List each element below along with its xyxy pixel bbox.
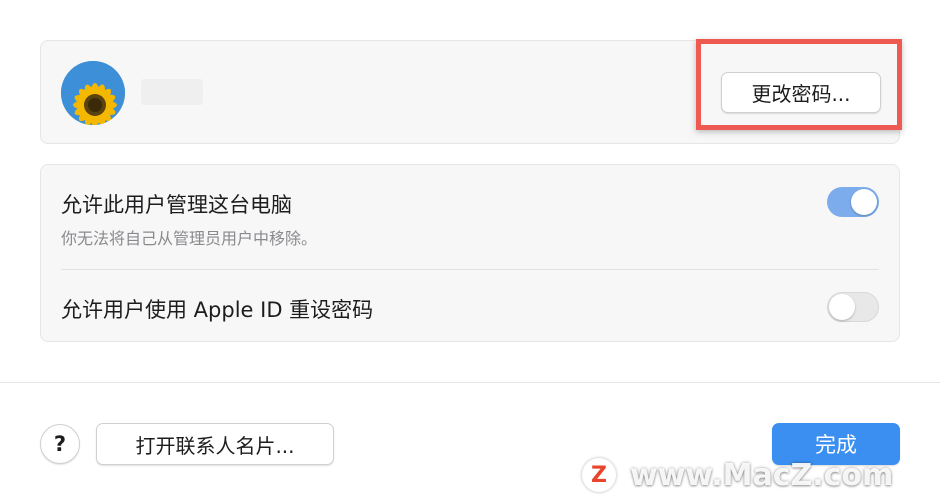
footer-divider: [0, 382, 940, 383]
appleid-reset-title: 允许用户使用 Apple ID 重设密码: [61, 298, 374, 322]
sunflower-avatar-icon[interactable]: [61, 61, 125, 125]
macz-logo-icon: Z: [582, 458, 616, 492]
admin-setting-subtitle: 你无法将自己从管理员用户中移除。: [61, 229, 318, 248]
permissions-card: 允许此用户管理这台电脑 你无法将自己从管理员用户中移除。 允许用户使用 Appl…: [40, 164, 900, 342]
admin-setting-title: 允许此用户管理这台电脑: [61, 193, 292, 217]
change-password-button[interactable]: 更改密码...: [721, 72, 881, 113]
user-card: 更改密码...: [40, 39, 902, 144]
user-settings-sheet: 更改密码... 允许此用户管理这台电脑 你无法将自己从管理员用户中移除。 允许用…: [0, 0, 940, 504]
appleid-reset-toggle[interactable]: [827, 292, 879, 322]
username-redacted: [141, 79, 203, 105]
watermark: Z www.MacZ.com: [582, 454, 893, 496]
toggle-knob: [829, 294, 855, 320]
divider: [61, 269, 879, 270]
help-button[interactable]: ?: [40, 424, 80, 464]
toggle-knob: [851, 189, 877, 215]
watermark-text: www.MacZ.com: [630, 457, 894, 493]
admin-toggle[interactable]: [827, 187, 879, 217]
open-contact-card-button[interactable]: 打开联系人名片...: [96, 423, 334, 465]
question-icon: ?: [53, 432, 67, 456]
